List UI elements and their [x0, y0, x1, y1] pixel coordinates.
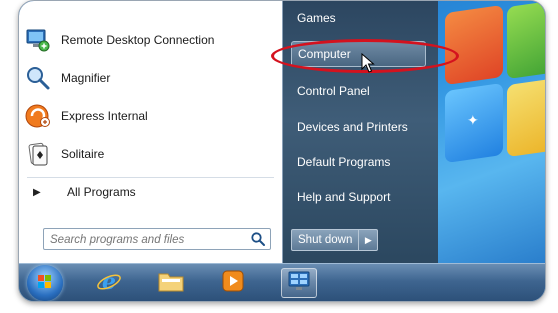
express-internal-icon	[25, 103, 51, 129]
program-label: Solitaire	[61, 147, 105, 161]
menu-item-label: Help and Support	[297, 190, 391, 204]
taskbar-active-window-button[interactable]	[281, 268, 317, 298]
taskbar-explorer-button[interactable]	[153, 268, 189, 298]
search-input[interactable]	[48, 231, 242, 249]
program-label: Magnifier	[61, 71, 111, 85]
shutdown-group: Shut down ▶	[291, 229, 379, 251]
menu-item-label: Control Panel	[297, 84, 370, 98]
menu-item-label: Games	[297, 11, 336, 25]
sparkle-icon: ✦	[467, 112, 479, 128]
internet-explorer-icon: e	[96, 268, 122, 299]
program-express-internal[interactable]: Express Internal	[25, 99, 275, 133]
search-icon[interactable]	[250, 231, 266, 247]
menu-item-help-and-support[interactable]: Help and Support	[291, 184, 426, 210]
chevron-right-icon: ▶	[364, 234, 372, 245]
file-explorer-icon	[157, 268, 185, 299]
taskbar: e	[19, 263, 545, 301]
shutdown-label: Shut down	[298, 234, 353, 246]
start-menu-programs-pane: Remote Desktop Connection Magnifier Expr…	[19, 1, 283, 265]
magnifier-icon	[25, 65, 51, 91]
remote-desktop-taskbar-icon	[287, 270, 311, 297]
taskbar-ie-button[interactable]: e	[91, 268, 127, 298]
all-programs-label: All Programs	[67, 185, 136, 199]
media-player-icon	[221, 269, 245, 298]
menu-item-games[interactable]: Games	[291, 5, 426, 31]
svg-text:e: e	[102, 269, 116, 294]
mouse-cursor-icon	[361, 52, 375, 73]
program-remote-desktop[interactable]: Remote Desktop Connection	[25, 23, 275, 57]
screenshot-frame: ✦ Remote Desktop Connection Magnifier Ex…	[18, 0, 546, 302]
program-magnifier[interactable]: Magnifier	[25, 61, 275, 95]
remote-desktop-icon	[25, 27, 51, 53]
program-label: Express Internal	[61, 109, 148, 123]
shutdown-button[interactable]: Shut down	[291, 229, 360, 251]
all-programs-button[interactable]: ▶ All Programs	[33, 185, 136, 199]
menu-item-control-panel[interactable]: Control Panel	[291, 78, 426, 104]
shutdown-options-button[interactable]: ▶	[359, 229, 379, 251]
arrow-right-icon: ▶	[33, 186, 41, 198]
taskbar-media-player-button[interactable]	[215, 268, 251, 298]
solitaire-icon	[25, 141, 51, 167]
program-solitaire[interactable]: Solitaire	[25, 137, 275, 171]
program-label: Remote Desktop Connection	[61, 33, 215, 47]
menu-item-label: Default Programs	[297, 155, 391, 169]
windows-logo-wallpaper	[445, 1, 545, 179]
menu-item-label: Devices and Printers	[297, 120, 408, 134]
menu-item-default-programs[interactable]: Default Programs	[291, 149, 426, 175]
search-box[interactable]	[43, 228, 271, 250]
menu-divider	[27, 177, 274, 178]
menu-item-devices-and-printers[interactable]: Devices and Printers	[291, 114, 426, 140]
start-orb-icon[interactable]	[27, 265, 63, 301]
